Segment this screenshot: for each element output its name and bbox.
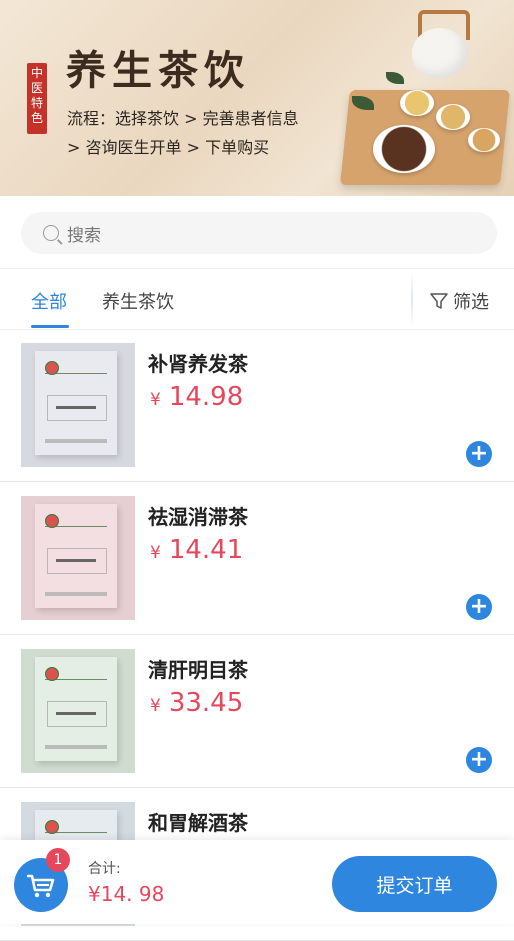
product-name[interactable]: 祛湿消滞茶 [148,501,248,530]
product-image[interactable] [21,343,135,467]
hospital-logo-icon [45,820,107,834]
filter-divider [411,271,413,327]
category-tabs: 全部 养生茶饮 筛选 [0,268,514,330]
price-value: 14.41 [168,535,244,565]
filter-button[interactable]: 筛选 [430,288,489,314]
product-item[interactable]: 清肝明目茶 ¥33.45 + [0,635,514,788]
hospital-logo-icon [45,667,107,681]
tab-all[interactable]: 全部 [31,288,67,314]
filter-icon [430,293,448,309]
currency-symbol: ¥ [150,543,161,563]
hospital-logo-icon [45,514,107,528]
currency-symbol: ¥ [150,696,161,716]
tea-bowl-illustration [468,128,500,152]
search-input[interactable]: 搜索 [21,212,497,254]
product-price: ¥14.98 [150,382,243,412]
product-label-graphic [47,701,107,727]
search-icon [43,225,59,241]
leaf-decoration [386,72,404,84]
tea-bowl-illustration [400,90,434,116]
promo-banner: 中 医 特 色 养生茶饮 流程：选择茶饮 > 完善患者信息 > 咨询医生开单 >… [0,0,514,196]
process-line-1: 流程：选择茶饮 > 完善患者信息 [67,109,299,128]
product-price: ¥33.45 [150,688,243,718]
product-box-graphic [35,351,117,455]
cart-count-badge: 1 [46,848,70,872]
product-name[interactable]: 清肝明目茶 [148,654,248,683]
price-value: 33.45 [168,688,244,718]
add-to-cart-plus-icon[interactable]: + [466,747,492,773]
banner-title: 养生茶饮 [66,47,250,94]
tab-health-tea[interactable]: 养生茶饮 [102,288,174,314]
product-image[interactable] [21,649,135,773]
product-item[interactable]: 补肾养发茶 ¥14.98 + [0,329,514,482]
tea-bowl-illustration [436,104,470,130]
product-label-graphic [47,395,107,421]
product-name[interactable]: 补肾养发茶 [148,348,248,377]
total-label: 合计: [88,861,121,877]
product-label-graphic [47,548,107,574]
submit-order-button[interactable]: 提交订单 [332,856,497,912]
product-item[interactable]: 祛湿消滞茶 ¥14.41 + [0,482,514,635]
price-value: 14.98 [168,382,244,412]
search-placeholder: 搜索 [67,225,101,246]
product-box-footer [45,745,107,749]
product-name[interactable]: 和胃解酒茶 [148,807,248,836]
tcm-stamp: 中 医 特 色 [27,63,47,134]
active-tab-indicator [31,325,69,328]
cart-icon [27,874,55,898]
product-price: ¥14.41 [150,535,243,565]
filter-label: 筛选 [453,292,489,313]
hospital-logo-icon [45,361,107,375]
total-price: ¥14. 98 [88,882,165,906]
banner-process-text: 流程：选择茶饮 > 完善患者信息 > 咨询医生开单 > 下单购买 [67,104,347,162]
add-to-cart-plus-icon[interactable]: + [466,441,492,467]
add-to-cart-plus-icon[interactable]: + [466,594,492,620]
tea-bowl-illustration [373,125,435,173]
product-box-graphic [35,657,117,761]
product-box-graphic [35,504,117,608]
product-box-footer [45,439,107,443]
teapot-illustration [412,28,468,78]
process-line-2: > 咨询医生开单 > 下单购买 [67,138,270,157]
currency-symbol: ¥ [150,390,161,410]
product-image[interactable] [21,496,135,620]
product-box-footer [45,592,107,596]
checkout-bar: 1 合计: ¥14. 98 提交订单 [0,840,514,924]
